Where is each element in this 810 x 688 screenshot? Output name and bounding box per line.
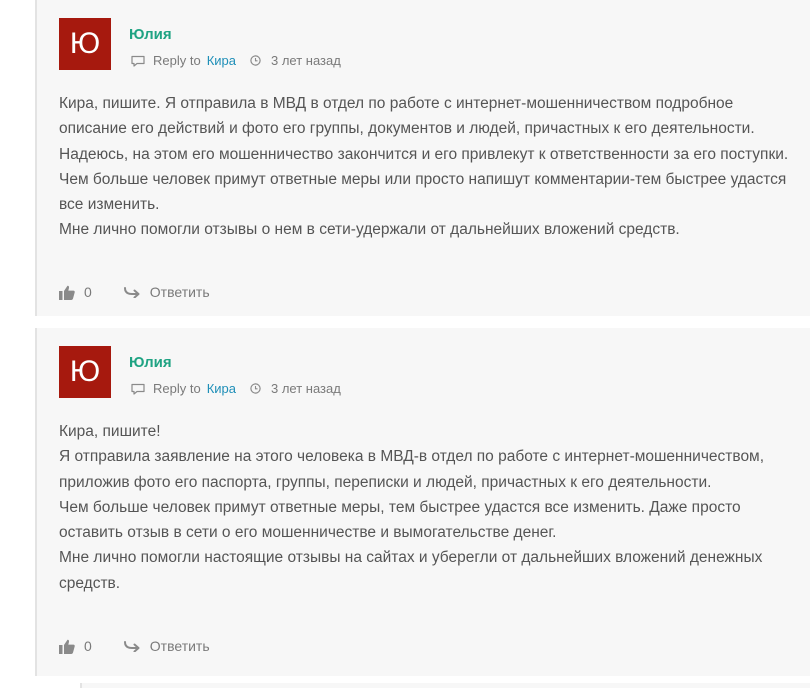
reply-to-link[interactable]: Кира	[207, 53, 236, 68]
reply-to-label: Reply to	[153, 53, 201, 68]
avatar[interactable]: Ю	[59, 18, 111, 70]
reply-to-link[interactable]: Кира	[207, 381, 236, 396]
comment-time: 3 лет назад	[271, 53, 341, 68]
clock-icon	[250, 55, 261, 66]
comment: Ю Юлия Reply to Кира 3 лет назад Кира, п…	[35, 0, 810, 316]
comment-author[interactable]: Юлия	[129, 354, 172, 371]
comment-paragraph: Чем больше человек примут ответные меры,…	[59, 498, 741, 542]
comment-paragraph: Мне лично помогли отзывы о нем в сети-уд…	[59, 221, 680, 239]
reply-arrow-icon[interactable]	[123, 286, 142, 298]
next-comment-edge	[80, 683, 810, 688]
thumbs-up-icon[interactable]	[59, 285, 75, 300]
comment-paragraph: Кира, пишите!	[59, 423, 161, 440]
clock-icon	[250, 383, 261, 394]
comment-paragraph: Чем больше человек примут ответные меры …	[59, 170, 787, 214]
comment-body: Кира, пишите! Я отправила заявление на э…	[59, 419, 789, 596]
comment-author[interactable]: Юлия	[129, 26, 172, 43]
reply-arrow-icon[interactable]	[123, 640, 142, 652]
comment: Ю Юлия Reply to Кира 3 лет назад Кира, п…	[35, 328, 810, 676]
comment-paragraph: Я отправила заявление на этого человека …	[59, 448, 765, 491]
comment-time: 3 лет назад	[271, 381, 341, 396]
reply-to-icon	[131, 383, 145, 395]
comment-body: Кира, пишите. Я отправила в МВД в отдел …	[59, 91, 789, 243]
comment-meta: Reply to Кира 3 лет назад	[131, 381, 341, 396]
reply-to-icon	[131, 55, 145, 67]
reply-button[interactable]: Ответить	[150, 284, 210, 300]
comment-meta: Reply to Кира 3 лет назад	[131, 53, 341, 68]
avatar[interactable]: Ю	[59, 346, 111, 398]
reply-button[interactable]: Ответить	[150, 638, 210, 654]
comment-paragraph: Мне лично помогли настоящие отзывы на са…	[59, 549, 763, 592]
comment-actions: 0 Ответить	[59, 638, 210, 654]
thumbs-up-icon[interactable]	[59, 639, 75, 654]
reply-to-label: Reply to	[153, 381, 201, 396]
like-count: 0	[84, 638, 92, 654]
comment-paragraph: Кира, пишите. Я отправила в МВД в отдел …	[59, 95, 789, 163]
comment-actions: 0 Ответить	[59, 284, 210, 300]
like-count: 0	[84, 284, 92, 300]
